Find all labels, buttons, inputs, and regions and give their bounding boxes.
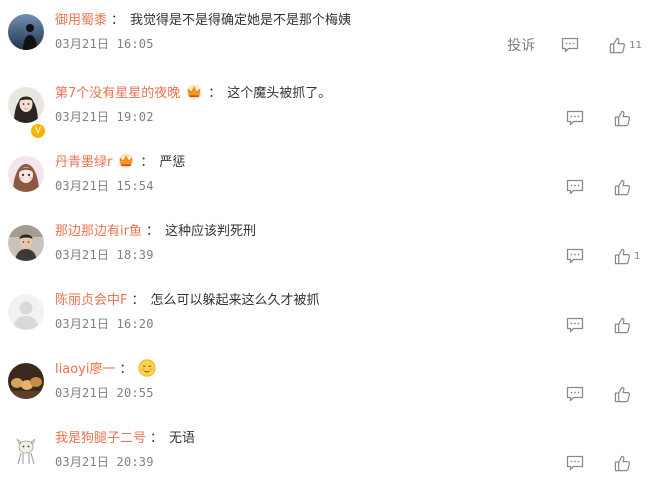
timestamp: 03月21日 16:05 xyxy=(55,37,154,51)
username-link[interactable]: 那边那边有ir鱼 xyxy=(55,224,142,239)
thumbs-up-icon xyxy=(614,386,631,403)
comment-actions: 1 xyxy=(566,243,642,269)
separator: ： xyxy=(150,431,164,446)
timestamp: 03月21日 15:54 xyxy=(55,179,154,193)
like-button[interactable] xyxy=(614,317,642,334)
thumbs-up-icon xyxy=(614,179,631,196)
thumbs-up-icon xyxy=(614,317,631,334)
username-link[interactable]: 陈丽贞会中F xyxy=(55,293,127,308)
reply-icon xyxy=(561,37,579,53)
comment-item: 丹青墨绿r ： 严惩 03月21日 15:54 xyxy=(0,142,650,211)
comment-item: 陈丽贞会中F ： 怎么可以躲起来这么久才被抓 03月21日 16:20 xyxy=(0,280,650,349)
avatar-dog-cartoon[interactable] xyxy=(8,432,44,468)
comment-actions xyxy=(566,381,642,407)
comment-list: 御用蜀黍 ： 我觉得是不是得确定她是不是那个梅姨 03月21日 16:05 投诉 1… xyxy=(0,0,650,478)
comment-item: liaoyi廖一 ： 03月21日 20:55 xyxy=(0,349,650,418)
comment-item: 我是狗腿子二号 ： 无语 03月21日 20:39 xyxy=(0,418,650,487)
comment-item: 那边那边有ir鱼： 这种应该判死刑 03月21日 18:39 1 xyxy=(0,211,650,280)
reply-icon xyxy=(566,110,584,126)
verified-badge-icon: V xyxy=(30,123,46,139)
avatar-default-gray[interactable] xyxy=(8,294,44,330)
comment-actions xyxy=(566,312,642,338)
like-button[interactable] xyxy=(614,455,642,472)
timestamp: 03月21日 16:20 xyxy=(55,317,154,331)
vip-crown-icon xyxy=(118,153,134,169)
timestamp: 03月21日 18:39 xyxy=(55,248,154,262)
avatar-dark-silhouette[interactable] xyxy=(8,14,44,50)
comment-line: 第7个没有星星的夜晚 ： 这个魔头被抓了。 xyxy=(55,83,331,105)
reply-button[interactable] xyxy=(561,37,579,53)
like-count: 11 xyxy=(629,39,642,51)
comment-text: 这个魔头被抓了。 xyxy=(227,86,332,101)
comment-text: 无语 xyxy=(169,431,196,446)
report-button[interactable]: 投诉 xyxy=(507,35,535,55)
comment-line: 那边那边有ir鱼： 这种应该判死刑 xyxy=(55,221,256,243)
reply-button[interactable] xyxy=(566,110,584,126)
separator: ： xyxy=(111,13,125,28)
reply-button[interactable] xyxy=(566,248,584,264)
like-button[interactable]: 11 xyxy=(609,37,642,54)
thumbs-up-icon xyxy=(614,110,631,127)
comment-actions xyxy=(566,105,642,131)
like-count: 1 xyxy=(634,250,641,262)
timestamp: 03月21日 20:55 xyxy=(55,386,154,400)
thumbs-up-icon xyxy=(614,248,631,265)
comment-actions xyxy=(566,450,642,476)
comment-text: 我觉得是不是得确定她是不是那个梅姨 xyxy=(130,13,352,28)
comment-line: 丹青墨绿r ： 严惩 xyxy=(55,152,185,174)
comment-text: 严惩 xyxy=(159,155,186,170)
avatar-girl-portrait[interactable] xyxy=(8,87,44,123)
shy-face-emoji-icon xyxy=(138,359,157,377)
username-link[interactable]: 丹青墨绿r xyxy=(55,155,112,170)
like-button[interactable] xyxy=(614,110,642,127)
comment-text: 怎么可以躲起来这么久才被抓 xyxy=(150,293,320,308)
separator: ： xyxy=(131,293,145,308)
reply-button[interactable] xyxy=(566,455,584,471)
separator: ： xyxy=(119,362,133,377)
vip-crown-icon xyxy=(186,84,202,100)
like-button[interactable] xyxy=(614,386,642,403)
comment-line: 我是狗腿子二号 ： 无语 xyxy=(55,428,195,450)
reply-icon xyxy=(566,179,584,195)
separator: ： xyxy=(140,155,154,170)
username-link[interactable]: 御用蜀黍 xyxy=(55,13,107,28)
comment-actions: 投诉 11 xyxy=(507,32,642,58)
comment-line: liaoyi廖一 ： xyxy=(55,359,157,381)
thumbs-up-icon xyxy=(614,455,631,472)
avatar-boy-photo[interactable] xyxy=(8,225,44,261)
reply-icon xyxy=(566,386,584,402)
comment-text: 这种应该判死刑 xyxy=(164,224,256,239)
avatar-girl-cartoon[interactable] xyxy=(8,156,44,192)
like-button[interactable] xyxy=(614,179,642,196)
reply-button[interactable] xyxy=(566,386,584,402)
timestamp: 03月21日 19:02 xyxy=(55,110,154,124)
reply-icon xyxy=(566,317,584,333)
thumbs-up-icon xyxy=(609,37,626,54)
reply-icon xyxy=(566,248,584,264)
separator: ： xyxy=(208,86,222,101)
timestamp: 03月21日 20:39 xyxy=(55,455,154,469)
reply-icon xyxy=(566,455,584,471)
reply-button[interactable] xyxy=(566,179,584,195)
username-link[interactable]: 第7个没有星星的夜晚 xyxy=(55,86,180,101)
avatar-food-photo[interactable] xyxy=(8,363,44,399)
reply-button[interactable] xyxy=(566,317,584,333)
comment-line: 御用蜀黍 ： 我觉得是不是得确定她是不是那个梅姨 xyxy=(55,10,351,32)
username-link[interactable]: liaoyi廖一 xyxy=(55,362,115,377)
like-button[interactable]: 1 xyxy=(614,248,642,265)
comment-item: 御用蜀黍 ： 我觉得是不是得确定她是不是那个梅姨 03月21日 16:05 投诉 1… xyxy=(0,0,650,69)
comment-line: 陈丽贞会中F ： 怎么可以躲起来这么久才被抓 xyxy=(55,290,320,312)
username-link[interactable]: 我是狗腿子二号 xyxy=(55,431,146,446)
comment-item: V 第7个没有星星的夜晚 ： 这个魔头被抓了。 03月21日 19:02 xyxy=(0,73,650,142)
comment-actions xyxy=(566,174,642,200)
separator: ： xyxy=(145,224,159,239)
